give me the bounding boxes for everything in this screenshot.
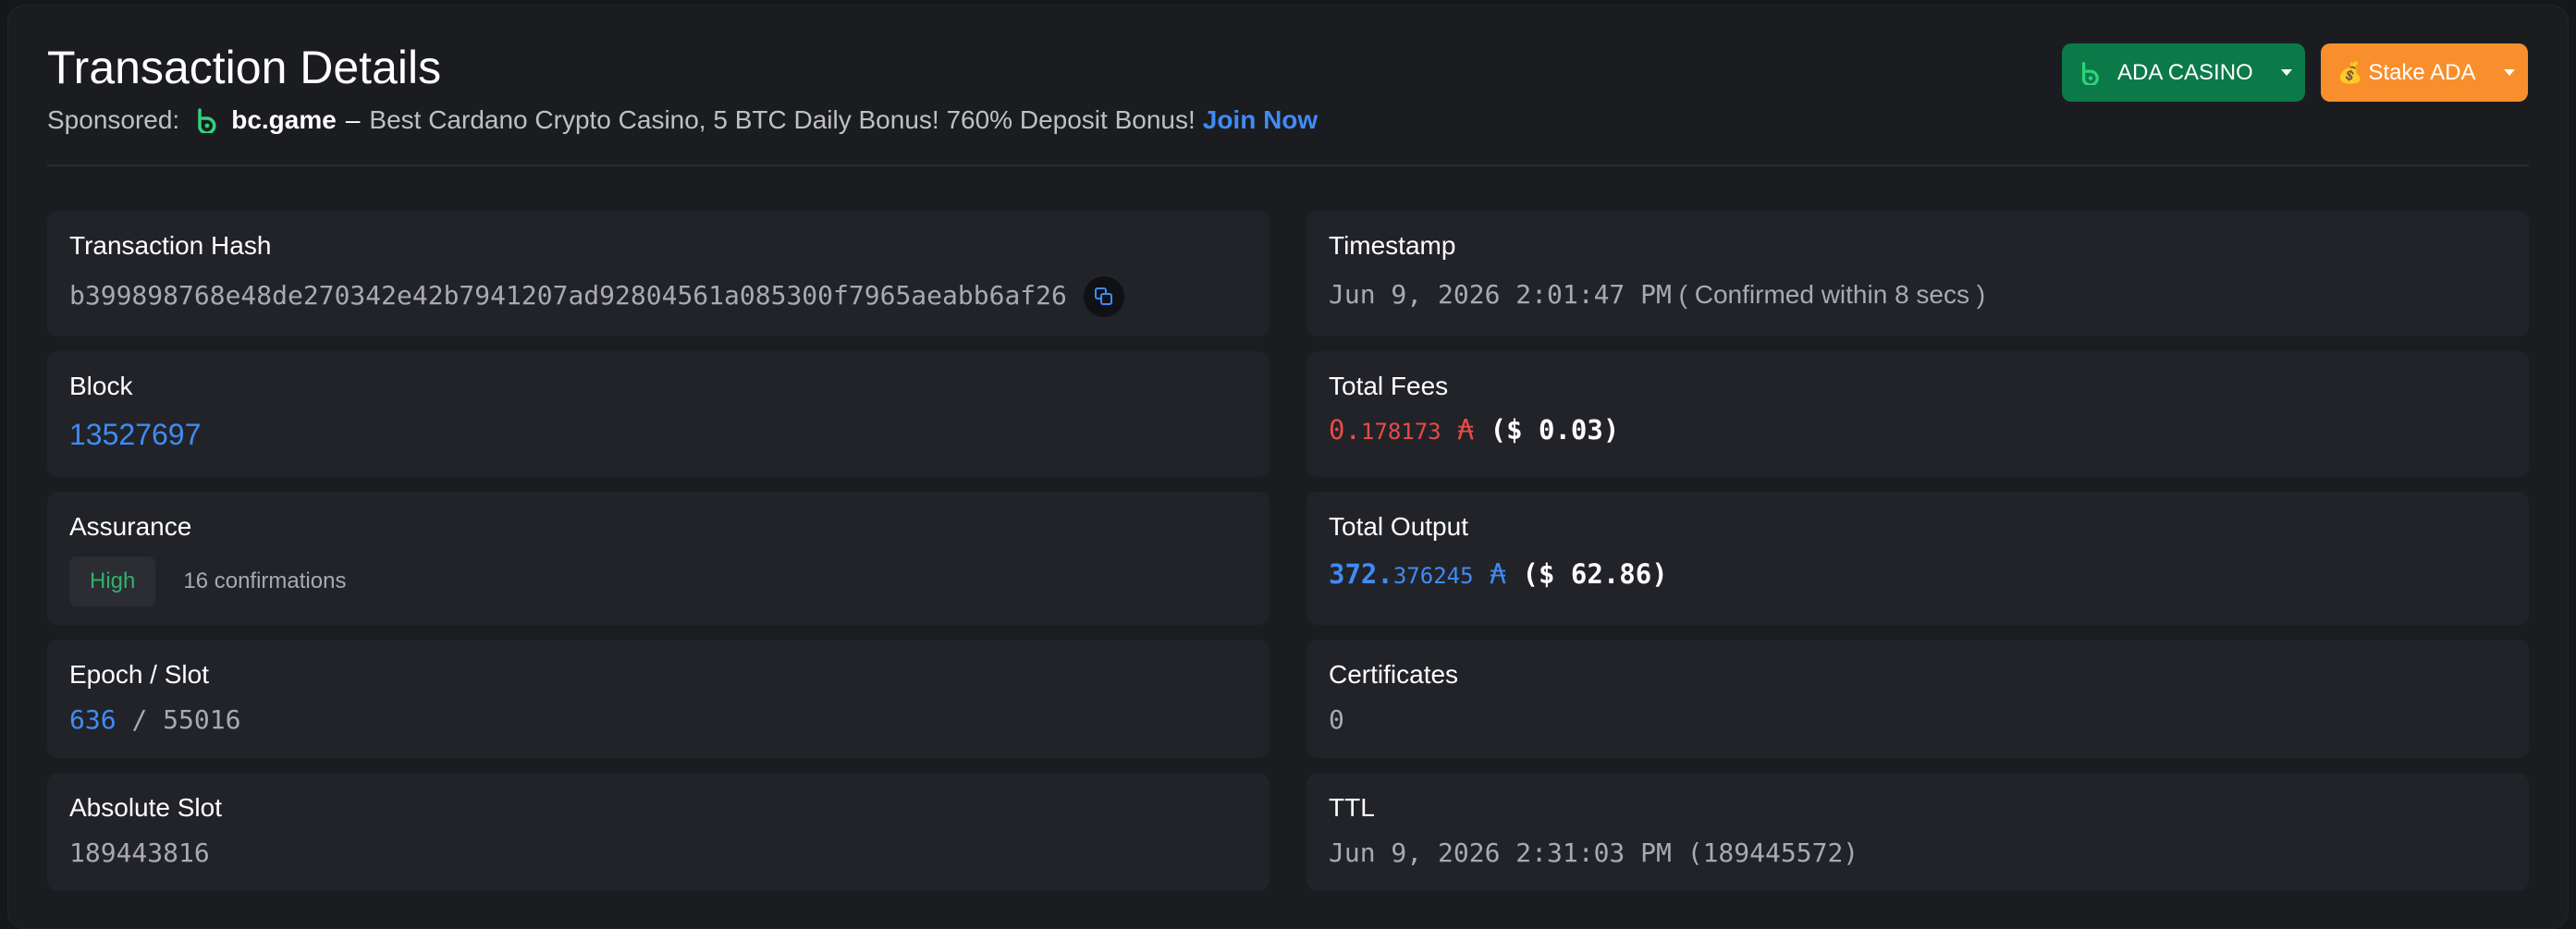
timestamp-label: Timestamp — [1329, 231, 1456, 260]
absolute-slot-value: 189443816 — [69, 837, 210, 868]
epoch-slot-label: Epoch / Slot — [69, 660, 209, 689]
sponsored-banner: Sponsored: bc.game – Best Cardano Crypto… — [47, 105, 1318, 135]
total-fees-row: 0.178173 ₳ ($ 0.03) — [1329, 414, 1619, 446]
bc-game-logo-icon — [2081, 61, 2099, 85]
epoch-link[interactable]: 636 — [69, 704, 117, 735]
caret-down-icon[interactable] — [2504, 69, 2515, 76]
output-decimals: 376245 — [1392, 563, 1474, 589]
certificates-card: Certificates 0 — [1306, 640, 2529, 758]
transaction-hash-card: Transaction Hash b399898768e48de270342e4… — [47, 211, 1270, 336]
ada-symbol-icon: ₳ — [1490, 558, 1507, 591]
caret-down-icon[interactable] — [2281, 69, 2292, 76]
stake-ada-button[interactable]: 💰 Stake ADA — [2321, 43, 2528, 102]
epoch-slot-card: Epoch / Slot 636 / 55016 — [47, 640, 1270, 758]
epoch-slot-value: 636 / 55016 — [69, 704, 240, 735]
assurance-badge: High — [69, 556, 156, 606]
epoch-slot-separator: / — [131, 704, 148, 735]
page-title: Transaction Details — [47, 42, 442, 93]
output-usd: ($ 62.86) — [1522, 558, 1668, 590]
ada-casino-label: ADA CASINO — [2117, 59, 2253, 85]
transaction-hash-label: Transaction Hash — [69, 231, 272, 260]
sponsored-label: Sponsored: — [47, 105, 180, 134]
assurance-card: Assurance High 16 confirmations — [47, 492, 1270, 625]
block-card: Block 13527697 — [47, 351, 1270, 477]
fee-integer: 0. — [1329, 414, 1361, 446]
total-output-card: Total Output 372.376245 ₳ ($ 62.86) — [1306, 492, 2529, 625]
transaction-hash-value[interactable]: b399898768e48de270342e42b7941207ad928045… — [69, 280, 1067, 311]
fee-decimals: 178173 — [1360, 419, 1441, 445]
ttl-card: TTL Jun 9, 2026 2:31:03 PM (189445572) — [1306, 773, 2529, 891]
absolute-slot-card: Absolute Slot 189443816 — [47, 773, 1270, 891]
ttl-label: TTL — [1329, 793, 1375, 822]
total-output-row: 372.376245 ₳ ($ 62.86) — [1329, 558, 1668, 591]
ada-symbol-icon: ₳ — [1457, 414, 1475, 446]
total-output-label: Total Output — [1329, 512, 1468, 541]
block-label: Block — [69, 372, 133, 400]
assurance-label: Assurance — [69, 512, 192, 541]
confirmed-within-note: ( Confirmed within 8 secs ) — [1678, 280, 1986, 309]
sponsor-brand: bc.game — [231, 105, 337, 134]
bc-game-logo-icon — [198, 108, 216, 133]
join-now-link[interactable]: Join Now — [1203, 105, 1318, 135]
absolute-slot-label: Absolute Slot — [69, 793, 222, 822]
total-fees-label: Total Fees — [1329, 372, 1449, 400]
ttl-value: Jun 9, 2026 2:31:03 PM (189445572) — [1329, 837, 1859, 868]
stake-ada-label: Stake ADA — [2368, 59, 2476, 85]
assurance-row: High 16 confirmations — [69, 556, 346, 606]
sponsor-dash: – — [345, 105, 361, 134]
total-fees-card: Total Fees 0.178173 ₳ ($ 0.03) — [1306, 351, 2529, 477]
money-bag-icon: 💰 — [2337, 60, 2363, 84]
confirmations-count: 16 confirmations — [183, 568, 347, 593]
block-link[interactable]: 13527697 — [69, 418, 201, 452]
sponsor-text: Best Cardano Crypto Casino, 5 BTC Daily … — [369, 105, 1196, 134]
header-divider — [47, 165, 2529, 166]
ada-casino-button[interactable]: ADA CASINO — [2062, 43, 2305, 102]
certificates-label: Certificates — [1329, 660, 1459, 689]
certificates-value: 0 — [1329, 704, 1344, 735]
fee-usd: ($ 0.03) — [1490, 414, 1620, 446]
timestamp-row: Jun 9, 2026 2:01:47 PM ( Confirmed withi… — [1329, 279, 1985, 310]
slot-value: 55016 — [163, 704, 241, 735]
output-integer: 372. — [1329, 558, 1393, 590]
copy-icon[interactable] — [1083, 276, 1124, 317]
transaction-hash-value-row: b399898768e48de270342e42b7941207ad928045… — [69, 275, 1124, 317]
timestamp-card: Timestamp Jun 9, 2026 2:01:47 PM ( Confi… — [1306, 211, 2529, 336]
timestamp-value: Jun 9, 2026 2:01:47 PM — [1329, 279, 1672, 310]
